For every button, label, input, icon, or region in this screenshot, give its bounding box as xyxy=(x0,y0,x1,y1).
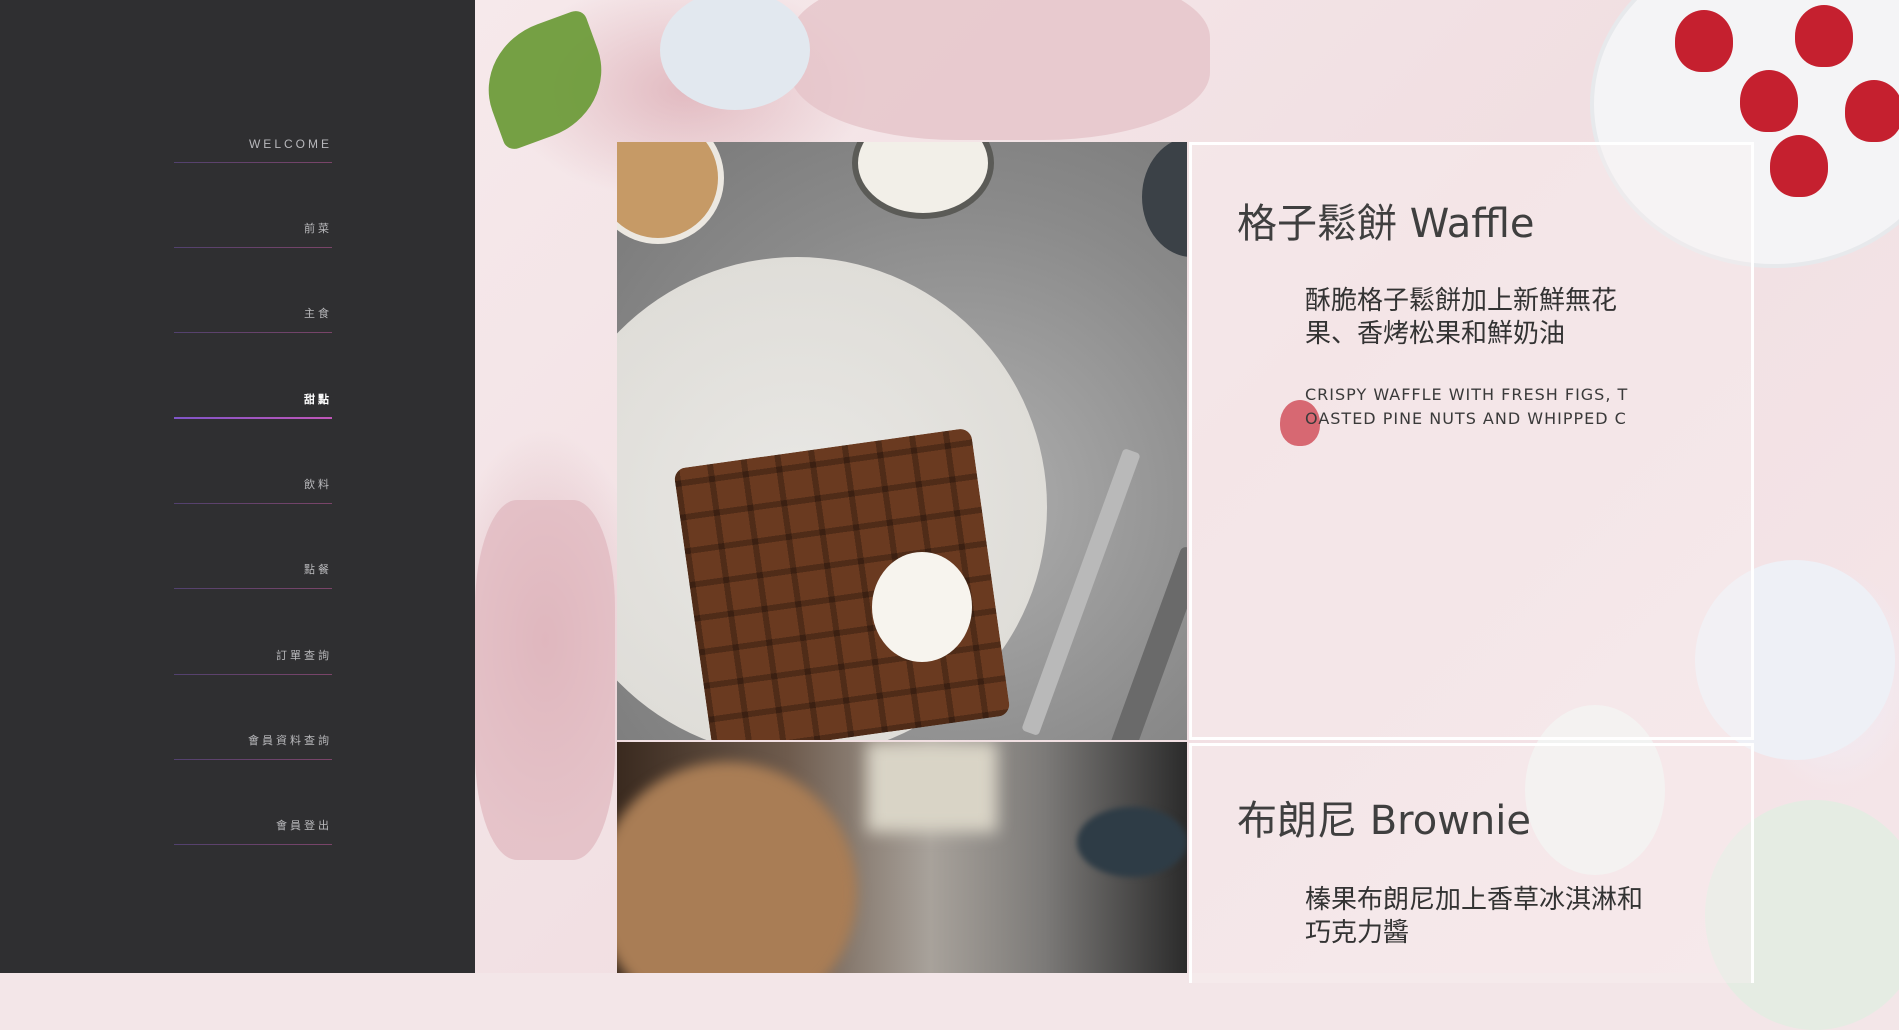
dark-bowl xyxy=(1142,142,1187,257)
background-strawberry xyxy=(1675,10,1733,72)
sidebar-item-label: 點餐 xyxy=(304,563,332,576)
sidebar-item-logout[interactable]: 會員登出 xyxy=(174,759,332,845)
menu-card-brownie[interactable]: 布朗尼 Brownie 榛果布朗尼加上香草冰淇淋和巧克力醬 xyxy=(1189,743,1754,983)
knife xyxy=(1093,545,1187,740)
brownie-blur xyxy=(617,762,857,973)
sidebar-item-order-lookup[interactable]: 訂單查詢 xyxy=(174,589,332,675)
sidebar-item-label: 主食 xyxy=(304,307,332,320)
waffle-photo xyxy=(617,142,1187,740)
sidebar-item-label: 飲料 xyxy=(304,478,332,491)
sidebar-item-appetizers[interactable]: 前菜 xyxy=(174,162,332,248)
sidebar-item-label: 前菜 xyxy=(304,222,332,235)
nav-divider xyxy=(174,844,332,845)
background-strawberry xyxy=(1845,80,1899,142)
sidebar-item-label: WELCOME xyxy=(248,137,332,151)
menu-card-waffle[interactable]: 格子鬆餅 Waffle 酥脆格子鬆餅加上新鮮無花果、香烤松果和鮮奶油 CRISP… xyxy=(1189,142,1754,740)
sidebar-item-label: 會員登出 xyxy=(276,819,332,832)
sidebar-item-drinks[interactable]: 飲料 xyxy=(174,418,332,504)
menu-item-description-zh: 榛果布朗尼加上香草冰淇淋和巧克力醬 xyxy=(1305,885,1644,948)
sidebar-item-label: 訂單查詢 xyxy=(276,649,332,662)
sidebar-item-desserts[interactable]: 甜點 xyxy=(174,333,332,419)
bowl-blur xyxy=(1077,807,1187,877)
background-cloth xyxy=(790,0,1210,140)
background-leaf xyxy=(469,7,621,153)
brownie-photo xyxy=(617,742,1187,973)
whipped-cream xyxy=(872,552,972,662)
glass-blur xyxy=(867,742,997,832)
pine-nut-bowl xyxy=(617,142,724,244)
sidebar-item-label: 甜點 xyxy=(304,393,332,406)
menu-item-title: 格子鬆餅 Waffle xyxy=(1237,201,1535,247)
background-strawberry xyxy=(1770,135,1828,197)
sidebar-item-label: 會員資料查詢 xyxy=(248,734,332,747)
background-strawberry xyxy=(1795,5,1853,67)
sidebar-item-member-lookup[interactable]: 會員資料查詢 xyxy=(174,674,332,760)
menu-item-title: 布朗尼 Brownie xyxy=(1237,798,1531,844)
coconut-bowl xyxy=(852,142,994,219)
sidebar-item-welcome[interactable]: WELCOME xyxy=(174,77,332,163)
background-egg xyxy=(660,0,810,110)
background-cloth xyxy=(475,500,615,860)
sidebar-item-mains[interactable]: 主食 xyxy=(174,247,332,333)
background-strawberry xyxy=(1740,70,1798,132)
menu-item-description-zh: 酥脆格子鬆餅加上新鮮無花果、香烤松果和鮮奶油 xyxy=(1305,286,1618,349)
menu-item-description-en: CRISPY WAFFLE WITH FRESH FIGS, TOASTED P… xyxy=(1305,385,1629,428)
sidebar-item-order[interactable]: 點餐 xyxy=(174,503,332,589)
sidebar: WELCOME 前菜 主食 甜點 飲料 點餐 訂單查詢 會員資料查詢 會員登出 xyxy=(0,0,475,973)
